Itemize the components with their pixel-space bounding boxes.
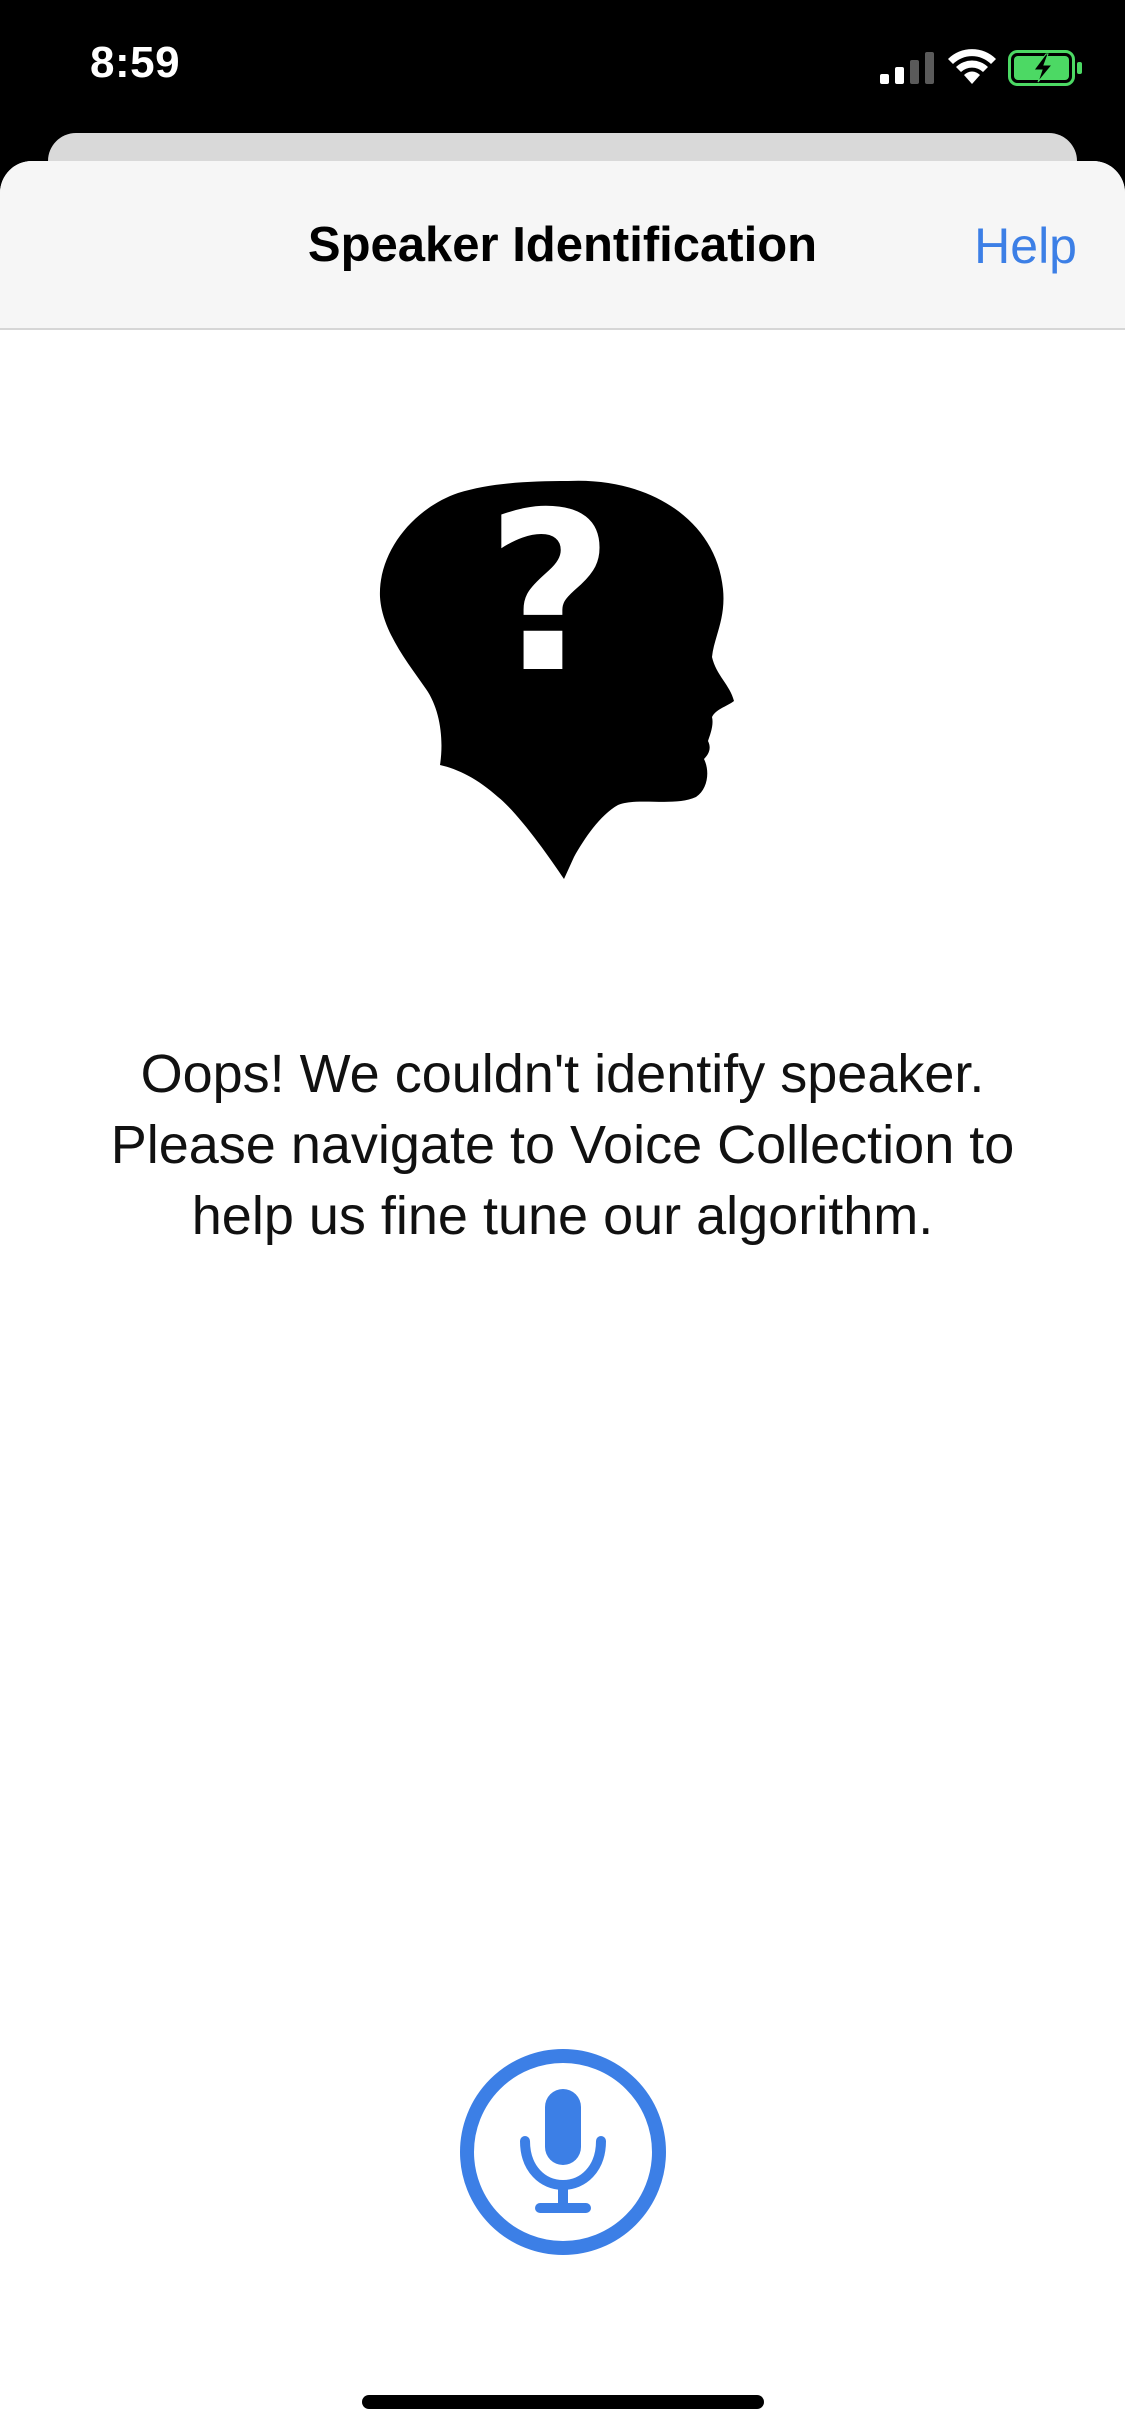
unknown-person-head-icon: ? xyxy=(379,479,734,879)
question-mark: ? xyxy=(486,479,614,721)
signal-icon xyxy=(880,52,934,84)
wifi-icon xyxy=(948,49,996,84)
error-message-line-3: help us fine tune our algorithm. xyxy=(191,1186,934,1246)
error-message-line-2: Please navigate to Voice Collection to xyxy=(110,1115,1015,1175)
speaker-identification-sheet: Speaker Identification Help ? Oops! We c… xyxy=(0,161,1125,2436)
microphone-icon xyxy=(520,2089,606,2213)
home-indicator[interactable] xyxy=(362,2395,764,2409)
error-message: Oops! We couldn't identify speaker. Plea… xyxy=(40,1039,1085,1252)
record-button[interactable] xyxy=(460,2049,666,2255)
navigation-bar: Speaker Identification Help xyxy=(0,161,1125,330)
status-bar: 8:59 xyxy=(0,0,1125,135)
status-time: 8:59 xyxy=(90,38,181,87)
error-message-line-1: Oops! We couldn't identify speaker. xyxy=(140,1044,985,1104)
page-title: Speaker Identification xyxy=(307,218,818,272)
battery-charging-icon xyxy=(1008,50,1082,86)
help-button[interactable]: Help xyxy=(974,217,1077,275)
